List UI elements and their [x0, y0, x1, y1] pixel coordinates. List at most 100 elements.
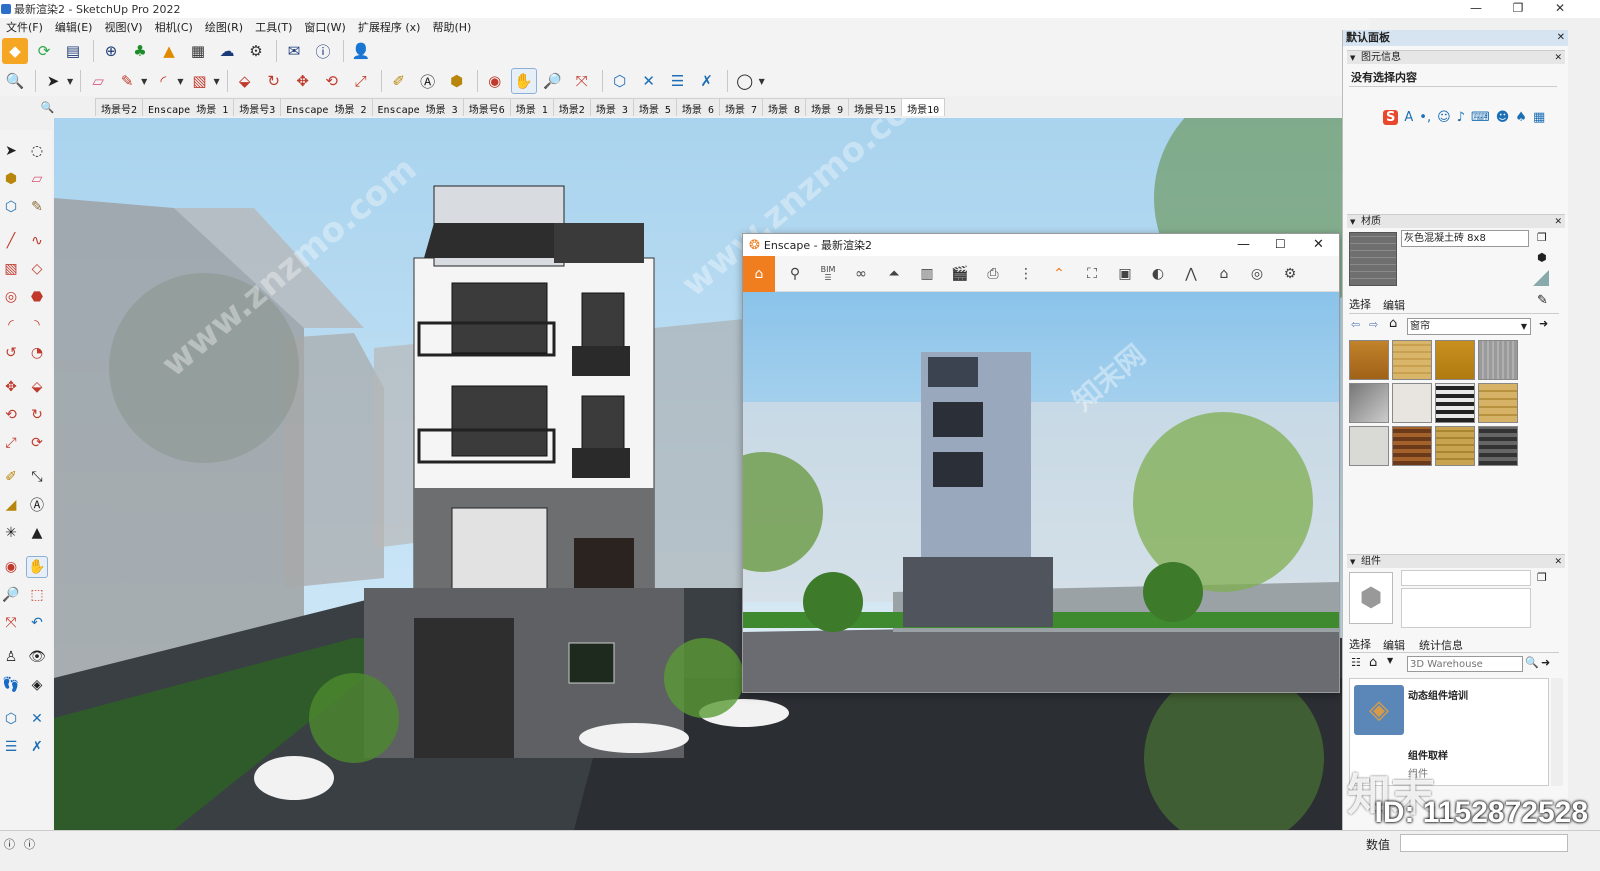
checker-icon[interactable]: ▦ [185, 38, 211, 64]
buildings-icon[interactable]: ▥ [913, 260, 941, 288]
zoom-window-icon[interactable]: ⬚ [26, 584, 48, 606]
forward-icon[interactable]: ⇨ [1369, 318, 1378, 331]
close-icon[interactable]: ✕ [1554, 51, 1562, 65]
scene-tab[interactable]: 场景 5 [632, 98, 677, 116]
eyedropper-icon[interactable]: ✎ [1537, 293, 1548, 308]
component-icon[interactable]: ⬡ [0, 196, 22, 218]
tag-icon[interactable]: ✎ [26, 196, 48, 218]
lasso-icon[interactable]: ◌ [26, 140, 48, 162]
material-preview[interactable] [1349, 232, 1397, 286]
material-duplicate-icon[interactable]: ❐ [1537, 231, 1547, 244]
enscape-render-view[interactable]: 知末网 [743, 292, 1339, 692]
menu-file[interactable]: 文件(F) [0, 19, 49, 35]
arc2-icon[interactable]: ◝ [26, 314, 48, 336]
components-tab-edit[interactable]: 编辑 [1383, 637, 1405, 653]
sync-icon[interactable]: ⟳ [31, 38, 57, 64]
zoom-icon[interactable]: 🔎 [0, 584, 22, 606]
follow-me-icon[interactable]: ↻ [26, 404, 48, 426]
ime-mic-icon[interactable]: ♪ [1457, 110, 1465, 125]
info-icon[interactable]: ⓘ [24, 836, 35, 852]
component-description-field[interactable] [1401, 588, 1531, 628]
3d-text-icon[interactable]: ▲ [26, 522, 48, 544]
material-swatch[interactable] [1392, 426, 1432, 466]
scene-tab[interactable]: 场景号2 [95, 98, 144, 116]
material-swatch[interactable] [1392, 340, 1432, 380]
ime-shirt-icon[interactable]: ♠ [1515, 110, 1527, 125]
orbit-icon[interactable]: ◉ [0, 556, 22, 578]
pan-hand-icon[interactable]: ✋ [26, 556, 48, 578]
push-pull-icon[interactable]: ⬙ [26, 376, 48, 398]
extension-warehouse-icon[interactable]: ✕ [26, 708, 48, 730]
eraser-icon[interactable]: ▱ [85, 68, 111, 94]
tree-icon[interactable]: ♣ [127, 38, 153, 64]
menu-camera[interactable]: 相机(C) [149, 19, 199, 35]
circle-icon[interactable]: ◎ [0, 286, 22, 308]
entity-info-header[interactable]: 图元信息 ✕ [1347, 50, 1565, 65]
freehand-icon[interactable]: ∿ [26, 230, 48, 252]
settings-gear-icon[interactable]: ⚙ [243, 38, 269, 64]
menu-tools[interactable]: 工具(T) [249, 19, 298, 35]
vr-icon[interactable]: ◐ [1144, 260, 1172, 288]
layers-icon[interactable]: ☰ [0, 736, 22, 758]
move-icon[interactable]: ✥ [0, 376, 22, 398]
rotate-icon[interactable]: ⟲ [319, 68, 345, 94]
pan-hand-icon[interactable]: ✋ [510, 68, 537, 94]
scene-tab[interactable]: Enscape 场景 2 [280, 98, 373, 116]
material-swatch[interactable] [1435, 340, 1475, 380]
material-swatch[interactable] [1349, 426, 1389, 466]
bim-icon[interactable]: BIM ☰ [814, 260, 842, 288]
menu-help[interactable]: 帮助(H) [426, 19, 477, 35]
ime-user-icon[interactable]: ☻ [1496, 110, 1510, 125]
arc3-icon[interactable]: ↺ [0, 342, 22, 364]
cloud-upload-icon[interactable]: ☁ [214, 38, 240, 64]
landscape-icon[interactable]: ▲ [156, 38, 182, 64]
menu-extensions[interactable]: 扩展程序 (x) [352, 19, 427, 35]
maximize-button[interactable]: ❐ [1497, 0, 1539, 18]
component-item-title[interactable]: 动态组件培训 [1408, 687, 1468, 702]
scene-tab[interactable]: Enscape 场景 1 [142, 98, 235, 116]
close-button[interactable]: ✕ [1539, 0, 1581, 18]
scene-tab[interactable]: 场景 1 [509, 98, 554, 116]
materials-header[interactable]: 材质 ✕ [1347, 214, 1565, 229]
ime-a-icon[interactable]: A [1404, 110, 1413, 125]
follow-me-icon[interactable]: ↻ [261, 68, 287, 94]
enscape-maximize-button[interactable]: ☐ [1275, 237, 1286, 251]
back-icon[interactable]: ⇦ [1351, 318, 1360, 331]
minimize-button[interactable]: — [1455, 0, 1497, 18]
scale-icon[interactable]: ⤢ [348, 68, 374, 94]
materials-tab-select[interactable]: 选择 [1349, 296, 1371, 312]
push-pull-icon[interactable]: ⬙ [232, 68, 258, 94]
protractor-icon[interactable]: ◢ [0, 494, 22, 516]
zoom-extents-icon[interactable]: ⤧ [569, 68, 595, 94]
move-icon[interactable]: ✥ [290, 68, 316, 94]
user-icon[interactable]: 👤 [348, 38, 374, 64]
position-camera-icon[interactable]: ♙ [0, 646, 22, 668]
scale-icon[interactable]: ⤢ [0, 432, 22, 454]
asset-library-icon[interactable]: ⏶ [880, 260, 908, 288]
extension-icon[interactable]: ✕ [636, 68, 662, 94]
map-icon[interactable]: ⛶ [1078, 260, 1106, 288]
send-layout-icon[interactable]: ✗ [694, 68, 720, 94]
polygon-icon[interactable]: ⬣ [26, 286, 48, 308]
material-swatch[interactable] [1435, 383, 1475, 423]
scene-tab[interactable]: 场景 3 [589, 98, 634, 116]
paint-bucket-icon[interactable]: ⬢ [444, 68, 470, 94]
zoom-extents-icon[interactable]: ⤧ [0, 612, 22, 634]
paint-icon[interactable]: ⬢ [0, 168, 22, 190]
section-plane-icon[interactable]: ◈ [26, 674, 48, 696]
close-icon[interactable]: ✕ [1554, 215, 1562, 229]
home-icon[interactable]: ⌂ [1369, 655, 1377, 670]
home-icon[interactable]: ⌂ [1389, 316, 1397, 331]
components-tab-stats[interactable]: 统计信息 [1419, 637, 1463, 653]
upload-icon[interactable]: ⋀ [1177, 260, 1205, 288]
component-duplicate-icon[interactable]: ❐ [1537, 571, 1547, 584]
enscape-minimize-button[interactable]: — [1237, 237, 1250, 252]
settings-gear-icon[interactable]: ⚙ [1276, 260, 1304, 288]
arc-icon[interactable]: ◜ [150, 68, 176, 94]
details-arrow-icon[interactable]: ➜ [1541, 656, 1550, 669]
scene-tab[interactable]: 场景 8 [762, 98, 807, 116]
screenshot-icon[interactable]: ⎙ [979, 260, 1007, 288]
material-swatch[interactable] [1478, 426, 1518, 466]
eraser-icon[interactable]: ▱ [26, 168, 48, 190]
chevron-down-icon[interactable]: ▼ [141, 77, 147, 86]
